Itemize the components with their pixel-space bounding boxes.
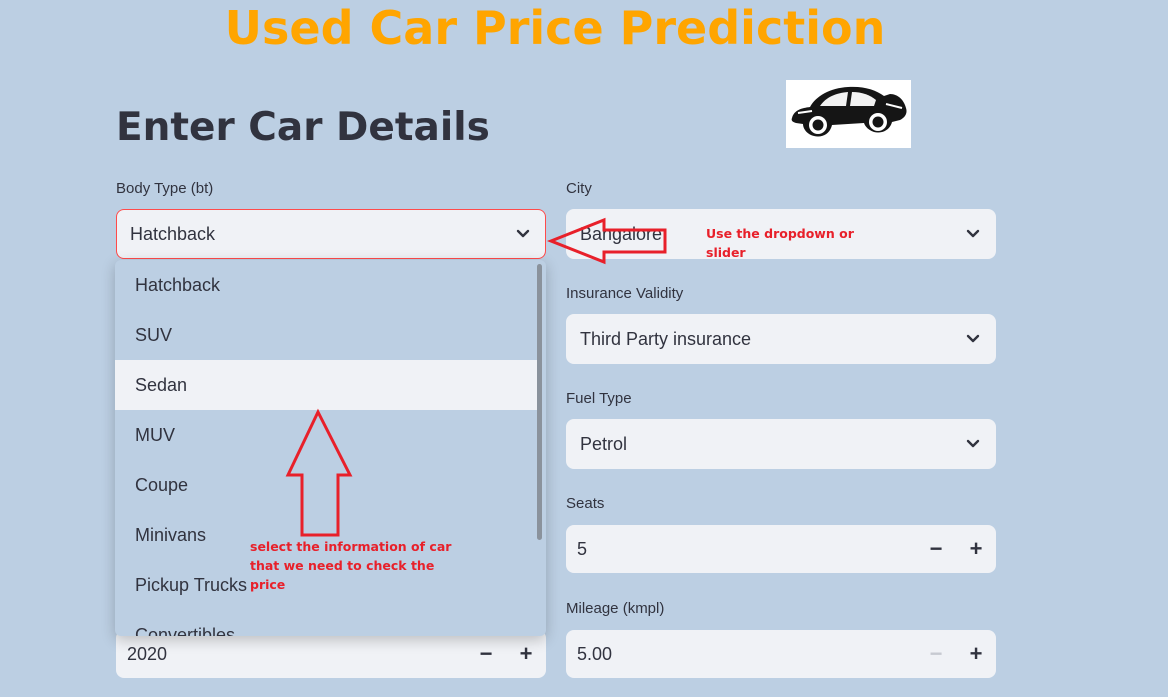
seats-increment-button[interactable]: + <box>956 525 996 573</box>
year-value[interactable]: 2020 <box>127 644 466 665</box>
chevron-down-icon <box>964 330 982 348</box>
insurance-value: Third Party insurance <box>580 328 752 349</box>
insurance-select[interactable]: Third Party insurance <box>566 314 996 364</box>
seats-value[interactable]: 5 <box>577 539 916 560</box>
seats-label: Seats <box>566 495 605 512</box>
dropdown-scrollbar[interactable] <box>537 264 542 540</box>
fuel-label: Fuel Type <box>566 390 632 407</box>
dropdown-hint-annotation: Use the dropdown or slider <box>706 224 854 262</box>
fuel-select[interactable]: Petrol <box>566 419 996 469</box>
vintage-car-icon <box>791 86 907 137</box>
dropdown-option-sedan[interactable]: Sedan <box>115 360 538 410</box>
body-type-value: Hatchback <box>130 223 216 244</box>
annotation-line: select the information of car <box>250 539 452 554</box>
left-arrow-annotation <box>546 217 667 265</box>
annotation-line: price <box>250 577 286 592</box>
chevron-down-icon <box>964 225 982 243</box>
fuel-value: Petrol <box>580 433 628 454</box>
app-title: Used Car Price Prediction <box>224 1 886 55</box>
select-hint-annotation: select the information of car that we ne… <box>250 537 451 594</box>
car-logo <box>786 80 911 148</box>
dropdown-option-hatchback[interactable]: Hatchback <box>115 260 538 310</box>
city-label: City <box>566 180 592 197</box>
insurance-label: Insurance Validity <box>566 285 684 302</box>
seats-decrement-button[interactable]: − <box>916 525 956 573</box>
mileage-label: Mileage (kmpl) <box>566 600 665 617</box>
chevron-down-icon <box>964 435 982 453</box>
mileage-decrement-button[interactable]: − <box>916 630 956 678</box>
annotation-line: slider <box>706 245 746 260</box>
year-increment-button[interactable]: + <box>506 630 546 678</box>
mileage-increment-button[interactable]: + <box>956 630 996 678</box>
year-decrement-button[interactable]: − <box>466 630 506 678</box>
body-type-select[interactable]: Hatchback <box>116 209 546 259</box>
up-arrow-annotation <box>285 408 353 537</box>
chevron-down-icon <box>514 225 532 243</box>
dropdown-option-convertibles[interactable]: Convertibles <box>115 610 538 637</box>
annotation-line: that we need to check the <box>250 558 435 573</box>
seats-stepper[interactable]: 5 − + <box>566 525 996 573</box>
year-stepper[interactable]: 2020 − + <box>116 630 546 678</box>
body-type-label: Body Type (bt) <box>116 180 214 197</box>
mileage-value[interactable]: 5.00 <box>577 644 916 665</box>
annotation-line: Use the dropdown or <box>706 226 854 241</box>
section-title: Enter Car Details <box>116 105 490 150</box>
mileage-stepper[interactable]: 5.00 − + <box>566 630 996 678</box>
dropdown-option-suv[interactable]: SUV <box>115 310 538 360</box>
